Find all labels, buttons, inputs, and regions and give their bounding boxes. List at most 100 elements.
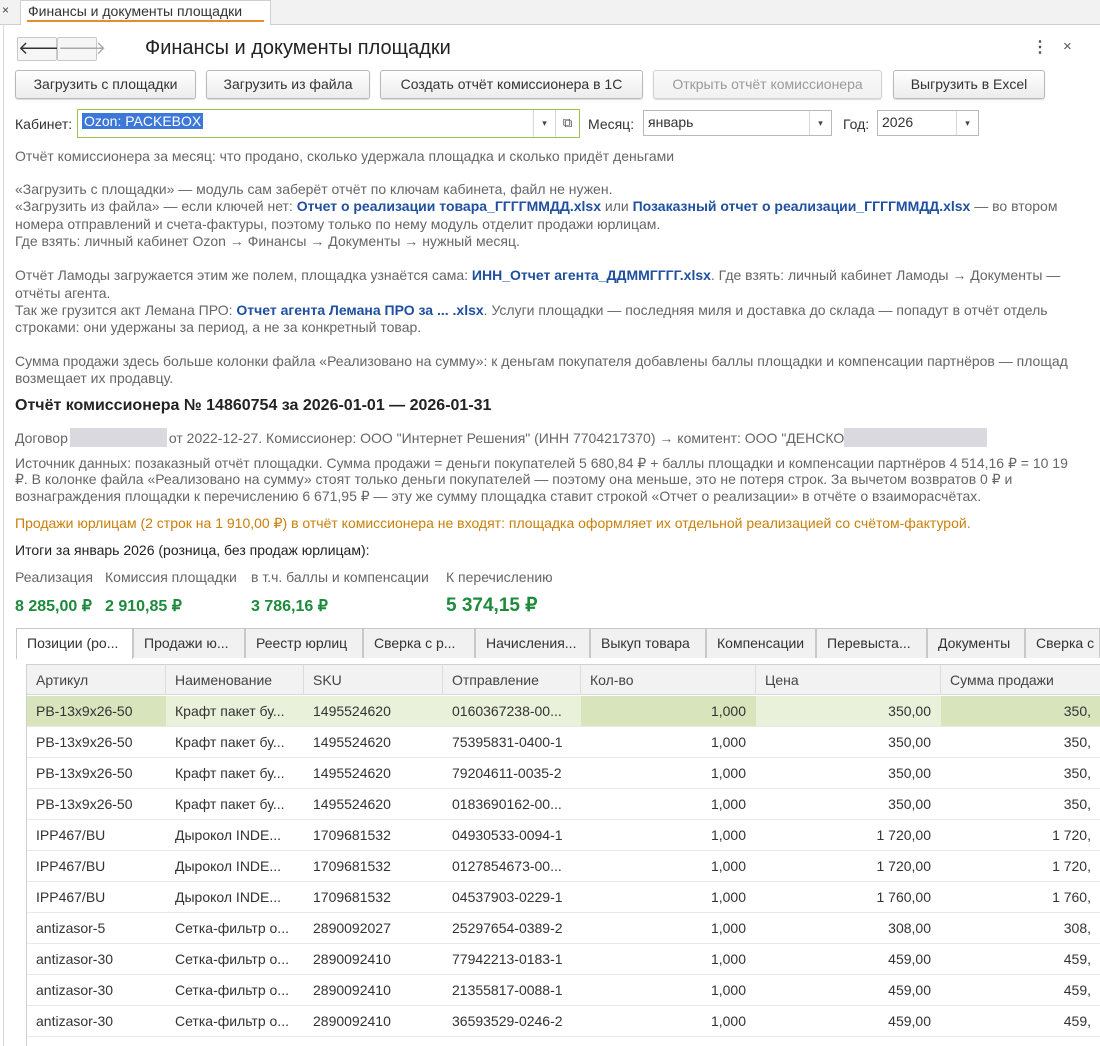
export-excel-button[interactable]: Выгрузить в Excel (893, 70, 1045, 99)
cell-price[interactable]: 459,00 (756, 944, 941, 974)
cell-article[interactable]: IPP467/BU (27, 851, 166, 881)
cell-qty[interactable]: 1,000 (581, 758, 756, 788)
table-row[interactable]: antizasor-30 Сетка-фильтр о... 2890092410 3… (27, 1006, 1100, 1037)
year-select[interactable]: 2026 ▾ (877, 110, 979, 136)
table-row[interactable]: IPP467/BU Дырокол INDE... 1709681532 049305… (27, 820, 1100, 851)
cell-sku[interactable]: 1495524620 (304, 696, 443, 726)
cell-price[interactable]: 459,00 (756, 1006, 941, 1036)
cell-name[interactable]: Крафт пакет бу... (166, 758, 304, 788)
cell-sum[interactable]: 350, (941, 727, 1100, 757)
close-tab-icon[interactable]: × (2, 3, 9, 17)
table-row[interactable]: antizasor-30 Сетка-фильтр о... 2890092410 7… (27, 944, 1100, 975)
month-select[interactable]: январь ▾ (643, 110, 832, 136)
cell-sku[interactable]: 1495524620 (304, 789, 443, 819)
cell-article[interactable]: antizasor-30 (27, 975, 166, 1005)
tab-accruals[interactable]: Начисления... (475, 628, 590, 658)
column-header-name[interactable]: Наименование (166, 665, 304, 695)
table-row[interactable]: antizasor-30 Сетка-фильтр о... 2890092410 2… (27, 975, 1100, 1006)
cell-qty[interactable]: 1,000 (581, 851, 756, 881)
cell-article[interactable]: PB-13x9x26-50 (27, 789, 166, 819)
create-report-button[interactable]: Создать отчёт комиссионера в 1С (380, 70, 643, 99)
column-header-article[interactable]: Артикул (27, 665, 166, 695)
cell-sku[interactable]: 1709681532 (304, 820, 443, 850)
tab-documents[interactable]: Документы (927, 628, 1025, 658)
cell-sum[interactable]: 350, (941, 758, 1100, 788)
cell-sum[interactable]: 350, (941, 696, 1100, 726)
cell-shipment[interactable]: 77942213-0183-1 (443, 944, 581, 974)
cell-article[interactable]: IPP467/BU (27, 820, 166, 850)
cabinet-select[interactable]: Ozon: PACKEBOX ▾ ⧉ (77, 109, 580, 138)
cell-article[interactable]: PB-13x9x26-50 (27, 758, 166, 788)
cell-shipment[interactable]: 36593529-0246-2 (443, 1006, 581, 1036)
table-row[interactable]: PB-13x9x26-50 Крафт пакет бу... 1495524620… (27, 789, 1100, 820)
cell-price[interactable]: 350,00 (756, 727, 941, 757)
cell-name[interactable]: Сетка-фильтр о... (166, 975, 304, 1005)
cell-name[interactable]: Дырокол INDE... (166, 851, 304, 881)
cell-name[interactable]: Сетка-фильтр о... (166, 1006, 304, 1036)
cell-qty[interactable]: 1,000 (581, 820, 756, 850)
window-tab-active[interactable]: Финансы и документы площадки (20, 0, 271, 25)
cell-qty[interactable]: 1,000 (581, 696, 756, 726)
cell-shipment[interactable]: 0127854673-00... (443, 851, 581, 881)
cell-name[interactable]: Сетка-фильтр о... (166, 944, 304, 974)
cell-name[interactable]: Крафт пакет бу... (166, 789, 304, 819)
tab-legal-sales[interactable]: Продажи ю... (133, 628, 245, 658)
cell-shipment[interactable]: 21355817-0088-1 (443, 975, 581, 1005)
cell-qty[interactable]: 1,000 (581, 789, 756, 819)
cell-sku[interactable]: 1709681532 (304, 851, 443, 881)
cell-qty[interactable]: 1,000 (581, 882, 756, 912)
more-icon[interactable]: ⋮ (1032, 37, 1048, 57)
cell-price[interactable]: 1 760,00 (756, 882, 941, 912)
column-header-sum[interactable]: Сумма продажи (941, 665, 1100, 695)
chevron-down-icon[interactable]: ▾ (809, 111, 831, 135)
cell-price[interactable]: 350,00 (756, 758, 941, 788)
cell-name[interactable]: Крафт пакет бу... (166, 696, 304, 726)
cell-sum[interactable]: 459, (941, 1006, 1100, 1036)
cell-shipment[interactable]: 75395831-0400-1 (443, 727, 581, 757)
cell-qty[interactable]: 1,000 (581, 944, 756, 974)
cell-article[interactable]: PB-13x9x26-50 (27, 696, 166, 726)
tab-compensations[interactable]: Компенсации (706, 628, 816, 658)
cell-article[interactable]: IPP467/BU (27, 882, 166, 912)
chevron-down-icon[interactable]: ▾ (533, 110, 555, 137)
chevron-down-icon[interactable]: ▾ (956, 111, 978, 135)
open-report-button[interactable]: Открыть отчёт комиссионера (653, 70, 882, 99)
table-row[interactable]: PB-13x9x26-50 Крафт пакет бу... 1495524620… (27, 727, 1100, 758)
column-header-price[interactable]: Цена (756, 665, 941, 695)
cell-article[interactable]: antizasor-30 (27, 944, 166, 974)
forward-button[interactable]: 🡒 (57, 37, 106, 61)
table-row[interactable]: IPP467/BU Дырокол INDE... 1709681532 012785… (27, 851, 1100, 882)
cell-shipment[interactable]: 0160367238-00... (443, 696, 581, 726)
cell-sum[interactable]: 1 760, (941, 882, 1100, 912)
tab-legal-registry[interactable]: Реестр юрлиц (245, 628, 363, 658)
cell-shipment[interactable]: 79204611-0035-2 (443, 758, 581, 788)
cell-sum[interactable]: 350, (941, 789, 1100, 819)
cell-shipment[interactable]: 0183690162-00... (443, 789, 581, 819)
close-icon[interactable]: × (1063, 38, 1072, 55)
tab-buyout[interactable]: Выкуп товара (590, 628, 706, 658)
cell-sum[interactable]: 308, (941, 913, 1100, 943)
cell-price[interactable]: 350,00 (756, 789, 941, 819)
tab-reconciliation-2[interactable]: Сверка с (1025, 628, 1100, 658)
cell-shipment[interactable]: 25297654-0389-2 (443, 913, 581, 943)
cell-qty[interactable]: 1,000 (581, 913, 756, 943)
cell-sku[interactable]: 1495524620 (304, 727, 443, 757)
cell-name[interactable]: Крафт пакет бу... (166, 727, 304, 757)
column-header-qty[interactable]: Кол-во (581, 665, 756, 695)
cell-sum[interactable]: 1 720, (941, 820, 1100, 850)
cell-sku[interactable]: 2890092410 (304, 975, 443, 1005)
cell-sku[interactable]: 2890092410 (304, 1006, 443, 1036)
cell-shipment[interactable]: 04537903-0229-1 (443, 882, 581, 912)
cell-sku[interactable]: 1709681532 (304, 882, 443, 912)
cell-price[interactable]: 1 720,00 (756, 851, 941, 881)
cell-price[interactable]: 459,00 (756, 975, 941, 1005)
table-row[interactable]: PB-13x9x26-50 Крафт пакет бу... 1495524620… (27, 758, 1100, 789)
table-row[interactable]: IPP467/BU Дырокол INDE... 1709681532 045379… (27, 882, 1100, 913)
cell-article[interactable]: antizasor-30 (27, 1006, 166, 1036)
tab-positions[interactable]: Позиции (ро... (16, 628, 133, 659)
cell-qty[interactable]: 1,000 (581, 727, 756, 757)
load-from-platform-button[interactable]: Загрузить с площадки (15, 70, 196, 99)
open-form-icon[interactable]: ⧉ (555, 110, 579, 137)
back-button[interactable]: 🡐 (17, 37, 66, 61)
column-header-shipment[interactable]: Отправление (443, 665, 581, 695)
